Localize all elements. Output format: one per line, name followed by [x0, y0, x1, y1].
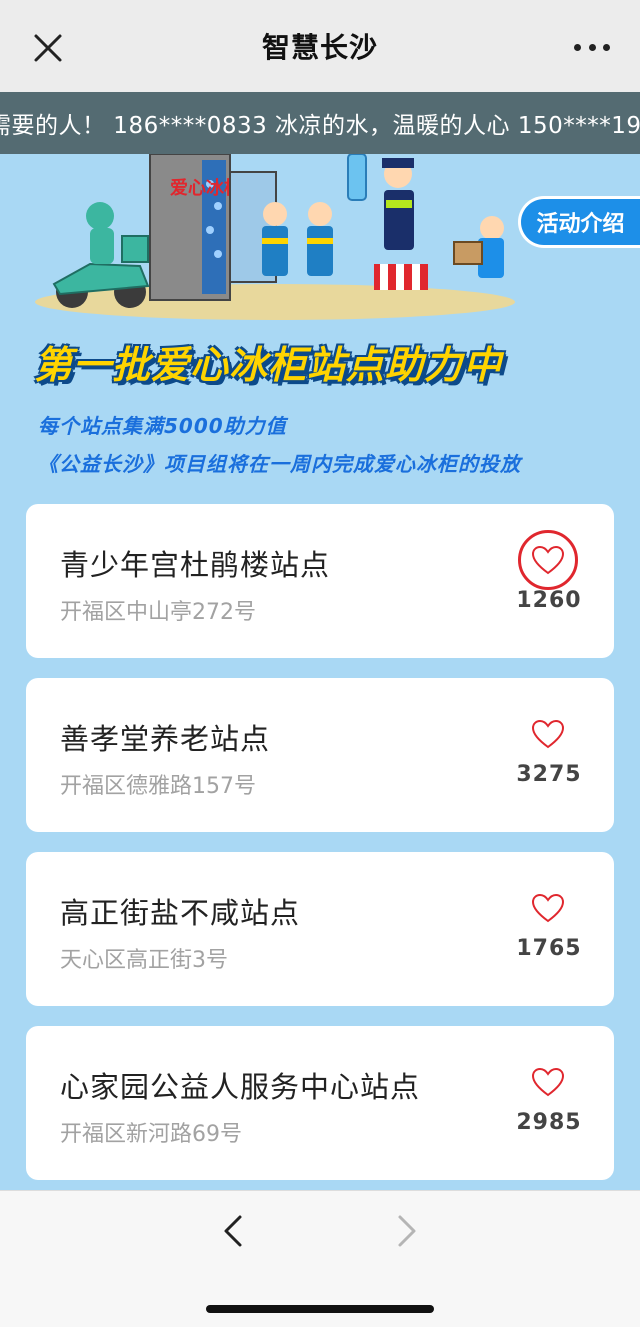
station-address: 开福区德雅路157号	[60, 774, 256, 799]
station-card[interactable]: 善孝堂养老站点 开福区德雅路157号 3275	[26, 678, 614, 832]
activity-intro-button[interactable]: 活动介绍	[518, 196, 640, 248]
campaign-goal-text: 每个站点集满5000助力值	[38, 414, 287, 438]
chevron-left-icon[interactable]	[218, 1211, 248, 1251]
station-name: 高正街盐不咸站点	[60, 896, 301, 930]
marquee-text: 需要的人！ 186****0833 冰凉的水，温暖的人心 150****1991	[0, 113, 640, 139]
campaign-desc-text: 《公益长沙》项目组将在一周内完成爱心冰柜的投放	[38, 452, 521, 476]
station-card[interactable]: 心家园公益人服务中心站点 开福区新河路69号 2985	[26, 1026, 614, 1180]
close-icon[interactable]	[30, 30, 66, 66]
bottom-nav-bar	[0, 1190, 640, 1327]
station-card[interactable]: 高正街盐不咸站点 天心区高正街3号 1765	[26, 852, 614, 1006]
station-address: 天心区高正街3号	[60, 948, 228, 973]
station-address: 开福区新河路69号	[60, 1122, 242, 1147]
station-card[interactable]: 青少年宫杜鹃楼站点 开福区中山亭272号 1260	[26, 504, 614, 658]
heart-icon[interactable]	[518, 530, 578, 590]
support-count: 2985	[516, 1110, 582, 1135]
top-nav-bar: 智慧长沙	[0, 0, 640, 92]
station-name: 青少年宫杜鹃楼站点	[60, 548, 331, 582]
heart-icon[interactable]	[518, 1052, 578, 1112]
donor-marquee: 需要的人！ 186****0833 冰凉的水，温暖的人心 150****1991	[0, 92, 640, 154]
charity-fridge-illustration: 爱心冰柜	[35, 154, 515, 320]
campaign-headline: 第一批爱心冰柜站点助力中	[34, 343, 503, 387]
chevron-right-icon[interactable]	[392, 1211, 422, 1251]
station-address: 开福区中山亭272号	[60, 600, 256, 625]
support-count: 1260	[516, 588, 582, 613]
support-count: 1765	[516, 936, 582, 961]
support-count: 3275	[516, 762, 582, 787]
heart-icon[interactable]	[518, 878, 578, 938]
page-title: 智慧长沙	[261, 31, 378, 64]
home-indicator	[206, 1305, 434, 1313]
station-name: 心家园公益人服务中心站点	[60, 1070, 421, 1104]
more-dots-icon[interactable]	[574, 40, 610, 54]
heart-icon[interactable]	[518, 704, 578, 764]
station-name: 善孝堂养老站点	[60, 722, 271, 756]
